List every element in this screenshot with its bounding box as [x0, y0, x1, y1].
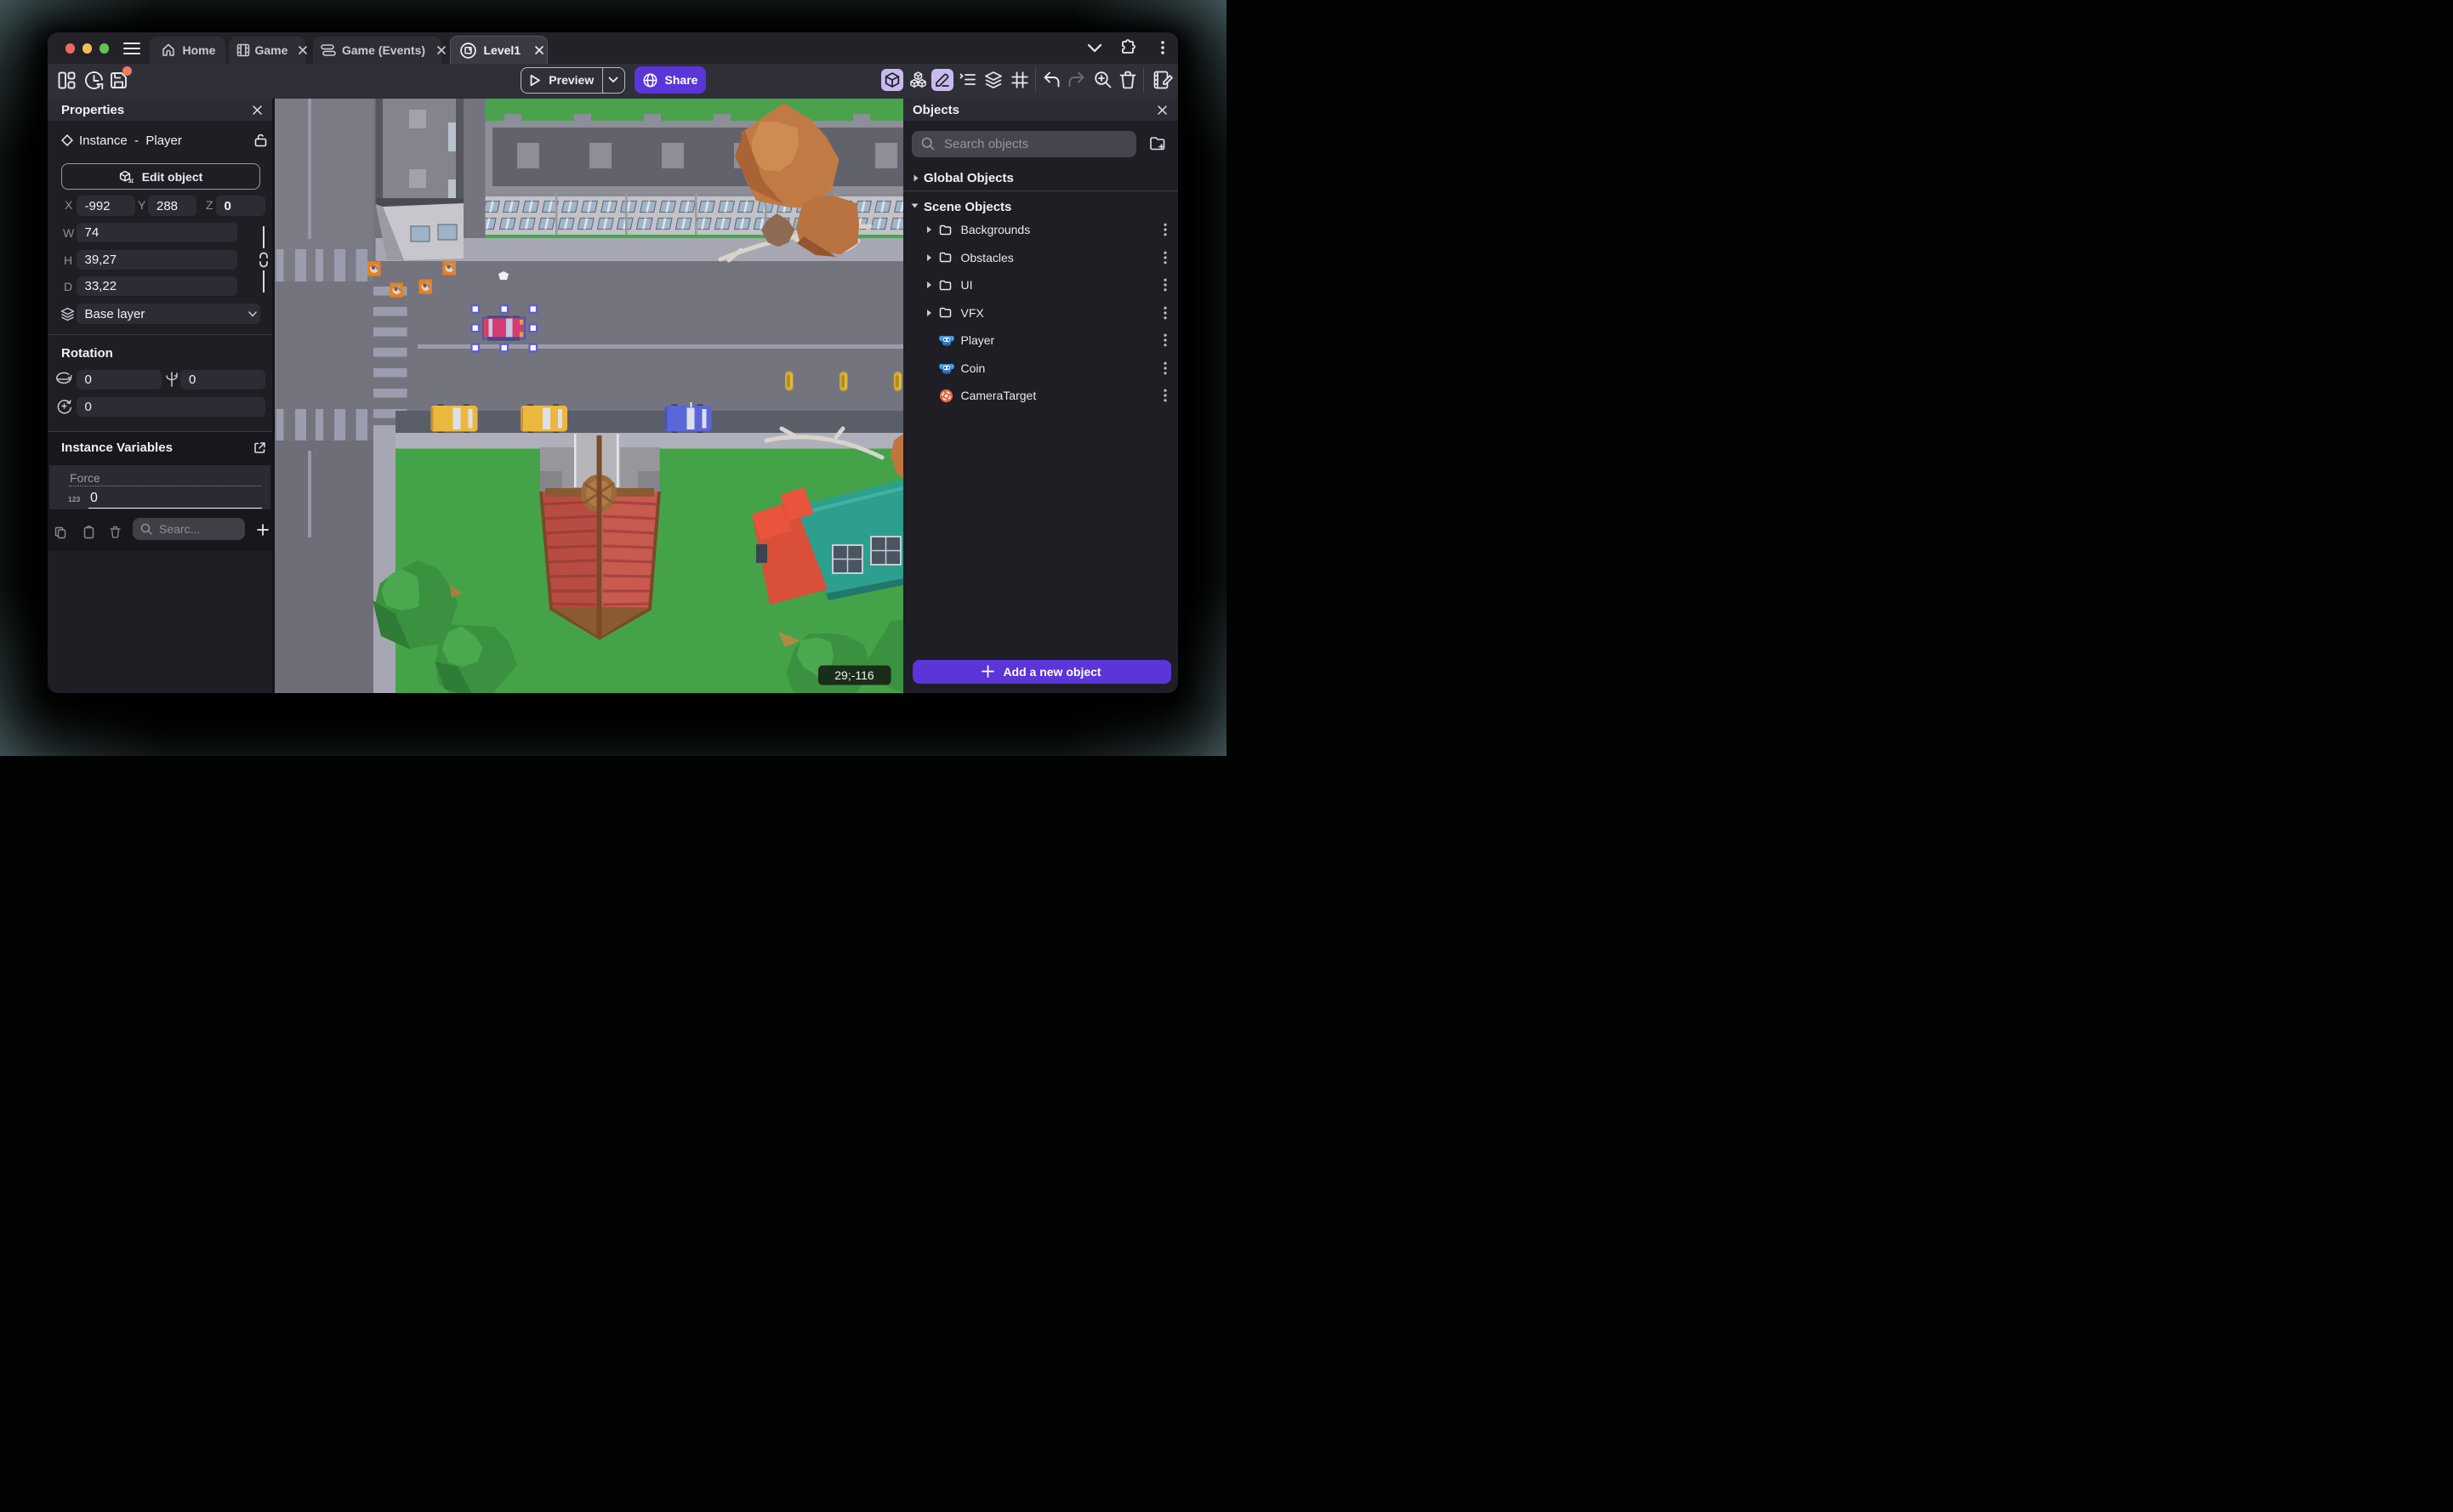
svg-text:29;-116: 29;-116	[834, 668, 874, 682]
svg-text:3D: 3D	[128, 179, 134, 184]
